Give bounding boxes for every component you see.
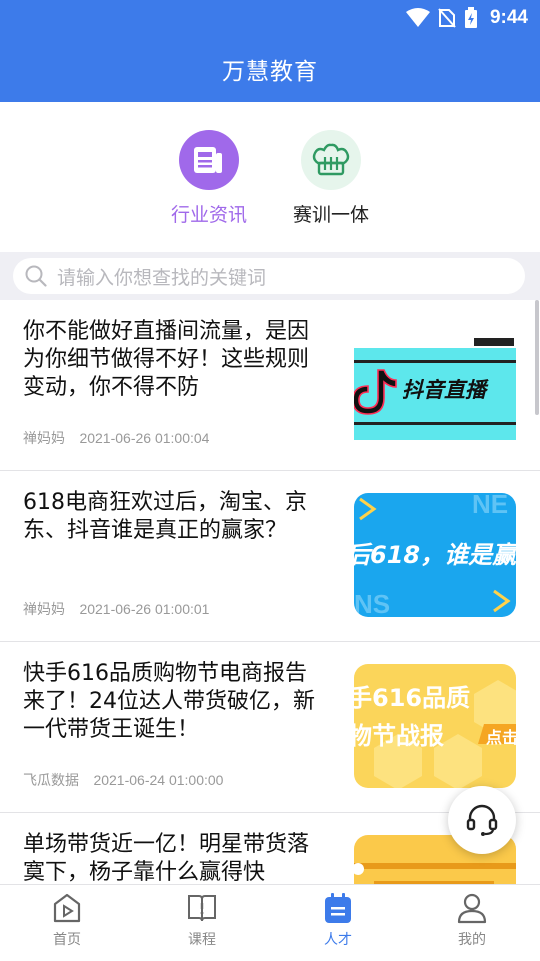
book-icon bbox=[152, 891, 252, 925]
talent-icon bbox=[288, 891, 388, 925]
svg-text:NE: NE bbox=[472, 493, 508, 519]
article-meta: 飞瓜数据 2021-06-24 01:00:00 bbox=[23, 770, 223, 790]
article-date: 2021-06-26 01:00:04 bbox=[79, 430, 210, 446]
article-item[interactable]: 618电商狂欢过后，淘宝、京东、抖音谁是真正的赢家？ 禅妈妈 2021-06-2… bbox=[0, 471, 540, 642]
tab-label: 人才 bbox=[324, 932, 352, 948]
tab-home[interactable]: 首页 bbox=[17, 891, 117, 949]
svg-text:NS: NS bbox=[354, 589, 390, 617]
person-icon bbox=[422, 891, 522, 925]
article-item[interactable]: 快手616品质购物节电商报告来了！24位达人带货破亿，新一代带货王诞生！ 飞瓜数… bbox=[0, 642, 540, 813]
article-title: 单场带货近一亿！明星带货落寞下，杨子靠什么赢得快 bbox=[23, 832, 310, 884]
tab-label: 首页 bbox=[53, 932, 81, 948]
article-thumbnail: 手616品质 物节战报 点击 bbox=[354, 664, 516, 788]
thumb-text: 后618，谁是赢 bbox=[354, 541, 516, 569]
article-title: 你不能做好直播间流量，是因为你细节做得不好！这些规则变动，你不得不防 bbox=[23, 319, 310, 400]
search-icon bbox=[25, 265, 47, 287]
article-thumbnail: NE NS 后618，谁是赢 bbox=[354, 493, 516, 617]
tab-mine[interactable]: 我的 bbox=[422, 891, 522, 949]
bottom-tab-bar: 首页 课程 人才 我的 bbox=[0, 884, 540, 961]
status-icons: 9:44 bbox=[405, 6, 528, 30]
article-date: 2021-06-26 01:00:01 bbox=[79, 601, 210, 617]
thumb-text: 手616品质 bbox=[354, 684, 471, 712]
article-author: 禅妈妈 bbox=[23, 431, 65, 447]
no-sim-icon bbox=[438, 8, 456, 28]
category-industry-news[interactable]: 行业资讯 bbox=[139, 130, 279, 227]
thumb-text: 点击 bbox=[486, 728, 516, 747]
chef-hat-icon bbox=[301, 130, 361, 190]
status-time: 9:44 bbox=[489, 7, 528, 28]
article-author: 禅妈妈 bbox=[23, 602, 65, 618]
search-bar: 请输入你想查找的关键词 bbox=[0, 252, 540, 300]
headset-icon bbox=[466, 804, 498, 836]
news-icon bbox=[179, 130, 239, 190]
wifi-icon bbox=[405, 8, 430, 27]
status-bar: 9:44 bbox=[0, 0, 540, 36]
scrollbar[interactable] bbox=[535, 300, 539, 415]
search-input[interactable]: 请输入你想查找的关键词 bbox=[13, 258, 525, 294]
tab-courses[interactable]: 课程 bbox=[152, 891, 252, 949]
thumb-text: 抖音直播 bbox=[402, 378, 486, 402]
article-title: 618电商狂欢过后，淘宝、京东、抖音谁是真正的赢家？ bbox=[23, 490, 307, 543]
article-meta: 禅妈妈 2021-06-26 01:00:04 bbox=[23, 428, 209, 448]
tab-talent[interactable]: 人才 bbox=[288, 891, 388, 949]
article-thumbnail: 抖音直播 bbox=[354, 330, 516, 446]
category-training[interactable]: 赛训一体 bbox=[261, 130, 401, 227]
article-item[interactable]: 你不能做好直播间流量，是因为你细节做得不好！这些规则变动，你不得不防 禅妈妈 2… bbox=[0, 300, 540, 471]
app-title: 万慧教育 bbox=[222, 59, 318, 85]
app-bar: 万慧教育 bbox=[0, 36, 540, 102]
article-date: 2021-06-24 01:00:00 bbox=[93, 772, 224, 788]
article-author: 飞瓜数据 bbox=[23, 773, 79, 789]
tab-label: 我的 bbox=[458, 932, 486, 948]
category-bar: 行业资讯 赛训一体 bbox=[0, 102, 540, 252]
category-label: 赛训一体 bbox=[292, 204, 369, 226]
article-title: 快手616品质购物节电商报告来了！24位达人带货破亿，新一代带货王诞生！ bbox=[23, 661, 315, 742]
category-label: 行业资讯 bbox=[170, 204, 247, 226]
article-meta: 禅妈妈 2021-06-26 01:00:01 bbox=[23, 599, 209, 619]
search-placeholder: 请输入你想查找的关键词 bbox=[57, 266, 267, 289]
tab-label: 课程 bbox=[188, 932, 216, 948]
customer-service-button[interactable] bbox=[448, 786, 516, 854]
home-play-icon bbox=[17, 891, 117, 925]
battery-charging-icon bbox=[464, 7, 477, 28]
thumb-text: 物节战报 bbox=[354, 722, 444, 750]
